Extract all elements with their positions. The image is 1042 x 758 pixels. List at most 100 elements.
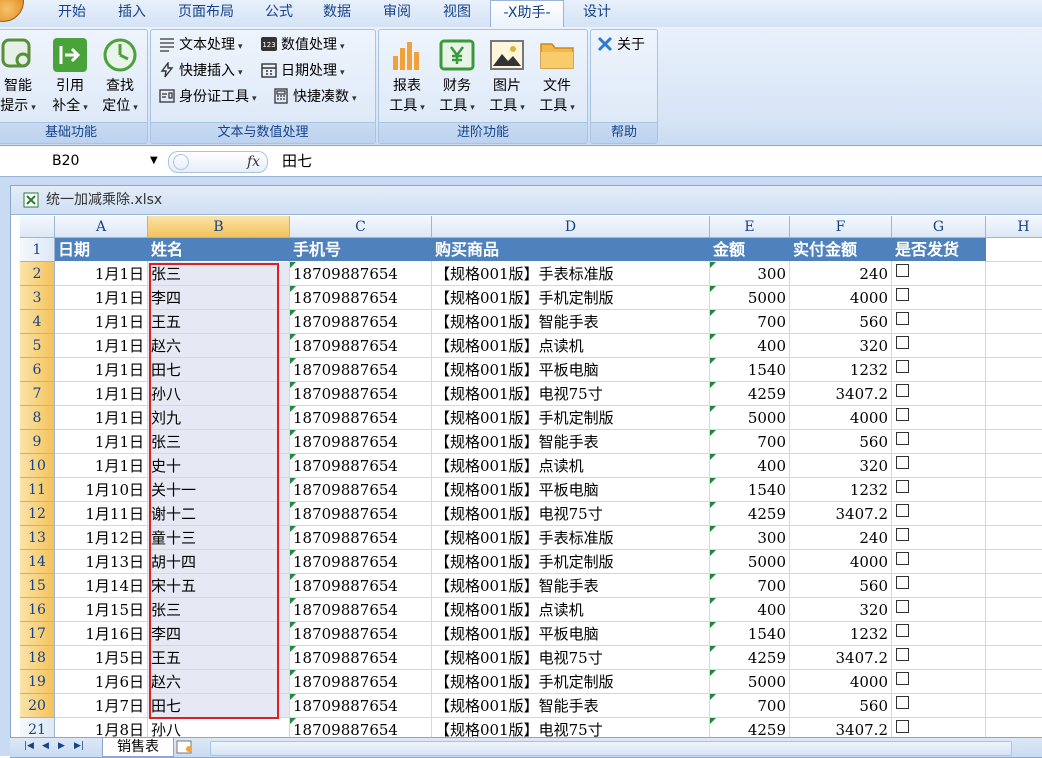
row-header[interactable]: 16 [20, 598, 55, 622]
cell-shipped[interactable] [892, 670, 986, 694]
cell-empty[interactable] [986, 478, 1042, 502]
cell-date[interactable]: 1月1日 [55, 358, 148, 382]
cell-empty[interactable] [986, 430, 1042, 454]
tab-page-layout[interactable]: 页面布局 [160, 0, 252, 27]
cell-empty[interactable] [986, 238, 1042, 262]
column-header-a[interactable]: A [55, 216, 148, 238]
cell-date[interactable]: 1月14日 [55, 574, 148, 598]
cell-phone[interactable]: 18709887654 [290, 646, 432, 670]
cell-phone[interactable]: 18709887654 [290, 526, 432, 550]
smart-hint-button[interactable]: 智能 提示 ▾ [0, 36, 41, 118]
cell-date[interactable]: 1月1日 [55, 406, 148, 430]
row-header[interactable]: 17 [20, 622, 55, 646]
name-box[interactable]: B20 ▼ [0, 150, 162, 172]
cell-shipped[interactable] [892, 550, 986, 574]
shipped-checkbox[interactable] [896, 336, 909, 349]
cell-shipped[interactable] [892, 382, 986, 406]
cell-shipped[interactable] [892, 622, 986, 646]
shipped-checkbox[interactable] [896, 552, 909, 565]
cell-shipped[interactable] [892, 358, 986, 382]
cell-paid[interactable]: 320 [790, 598, 892, 622]
cell-product[interactable]: 【规格001版】点读机 [432, 598, 710, 622]
cell-empty[interactable] [986, 670, 1042, 694]
cell-date[interactable]: 1月1日 [55, 382, 148, 406]
cell-product[interactable]: 【规格001版】手机定制版 [432, 670, 710, 694]
cell-amount[interactable]: 1540 [710, 478, 790, 502]
cell-date[interactable]: 1月13日 [55, 550, 148, 574]
cell-phone[interactable]: 18709887654 [290, 262, 432, 286]
cell-amount[interactable]: 5000 [710, 406, 790, 430]
cell-empty[interactable] [986, 550, 1042, 574]
cell-date[interactable]: 1月1日 [55, 262, 148, 286]
header-shipped[interactable]: 是否发货 [892, 238, 986, 262]
cell-shipped[interactable] [892, 334, 986, 358]
cell-amount[interactable]: 700 [710, 430, 790, 454]
shipped-checkbox[interactable] [896, 576, 909, 589]
prev-sheet-icon[interactable]: ◀ [42, 741, 49, 751]
horizontal-scrollbar[interactable] [210, 741, 1012, 756]
cell-paid[interactable]: 1232 [790, 622, 892, 646]
cell-product[interactable]: 【规格001版】平板电脑 [432, 622, 710, 646]
cell-empty[interactable] [986, 574, 1042, 598]
cell-date[interactable]: 1月1日 [55, 310, 148, 334]
cell-date[interactable]: 1月16日 [55, 622, 148, 646]
cell-phone[interactable]: 18709887654 [290, 502, 432, 526]
column-header-d[interactable]: D [432, 216, 710, 238]
cell-date[interactable]: 1月15日 [55, 598, 148, 622]
cell-product[interactable]: 【规格001版】手机定制版 [432, 406, 710, 430]
shipped-checkbox[interactable] [896, 312, 909, 325]
cell-empty[interactable] [986, 646, 1042, 670]
cell-shipped[interactable] [892, 454, 986, 478]
cell-phone[interactable]: 18709887654 [290, 598, 432, 622]
row-header[interactable]: 3 [20, 286, 55, 310]
shipped-checkbox[interactable] [896, 288, 909, 301]
reference-complete-button[interactable]: 引用 补全 ▾ [47, 36, 93, 118]
cell-phone[interactable]: 18709887654 [290, 334, 432, 358]
cell-date[interactable]: 1月1日 [55, 286, 148, 310]
last-sheet-icon[interactable]: ▶| [74, 741, 84, 751]
cell-product[interactable]: 【规格001版】电视75寸 [432, 646, 710, 670]
header-product[interactable]: 购买商品 [432, 238, 710, 262]
cell-product[interactable]: 【规格001版】智能手表 [432, 310, 710, 334]
tab-review[interactable]: 审阅 [368, 0, 426, 27]
date-process-button[interactable]: 日期处理 ▾ [261, 60, 345, 82]
next-sheet-icon[interactable]: ▶ [58, 741, 65, 751]
cell-empty[interactable] [986, 526, 1042, 550]
cell-amount[interactable]: 700 [710, 574, 790, 598]
cell-shipped[interactable] [892, 310, 986, 334]
shipped-checkbox[interactable] [896, 648, 909, 661]
cell-phone[interactable]: 18709887654 [290, 358, 432, 382]
cell-amount[interactable]: 1540 [710, 358, 790, 382]
cell-amount[interactable]: 700 [710, 310, 790, 334]
shipped-checkbox[interactable] [896, 432, 909, 445]
cell-empty[interactable] [986, 694, 1042, 718]
cell-amount[interactable]: 1540 [710, 622, 790, 646]
cell-shipped[interactable] [892, 574, 986, 598]
find-locate-button[interactable]: 查找 定位 ▾ [97, 36, 143, 118]
cell-paid[interactable]: 4000 [790, 550, 892, 574]
sheet-tab-sales[interactable]: 销售表 [102, 738, 174, 757]
cell-empty[interactable] [986, 622, 1042, 646]
cell-date[interactable]: 1月5日 [55, 646, 148, 670]
row-header[interactable]: 11 [20, 478, 55, 502]
cell-product[interactable]: 【规格001版】电视75寸 [432, 382, 710, 406]
cell-phone[interactable]: 18709887654 [290, 670, 432, 694]
cell-amount[interactable]: 5000 [710, 286, 790, 310]
select-all-corner[interactable] [20, 216, 55, 238]
column-header-c[interactable]: C [290, 216, 432, 238]
formula-input[interactable]: 田七 [282, 150, 312, 172]
cell-shipped[interactable] [892, 286, 986, 310]
cell-shipped[interactable] [892, 694, 986, 718]
column-header-h[interactable]: H [986, 216, 1042, 238]
cell-empty[interactable] [986, 262, 1042, 286]
cell-phone[interactable]: 18709887654 [290, 550, 432, 574]
cell-amount[interactable]: 400 [710, 454, 790, 478]
header-amount[interactable]: 金额 [710, 238, 790, 262]
cell-empty[interactable] [986, 382, 1042, 406]
cell-phone[interactable]: 18709887654 [290, 430, 432, 454]
shipped-checkbox[interactable] [896, 360, 909, 373]
row-header[interactable]: 19 [20, 670, 55, 694]
number-process-button[interactable]: 123 数值处理 ▾ [261, 34, 345, 56]
row-header[interactable]: 4 [20, 310, 55, 334]
cell-product[interactable]: 【规格001版】点读机 [432, 334, 710, 358]
